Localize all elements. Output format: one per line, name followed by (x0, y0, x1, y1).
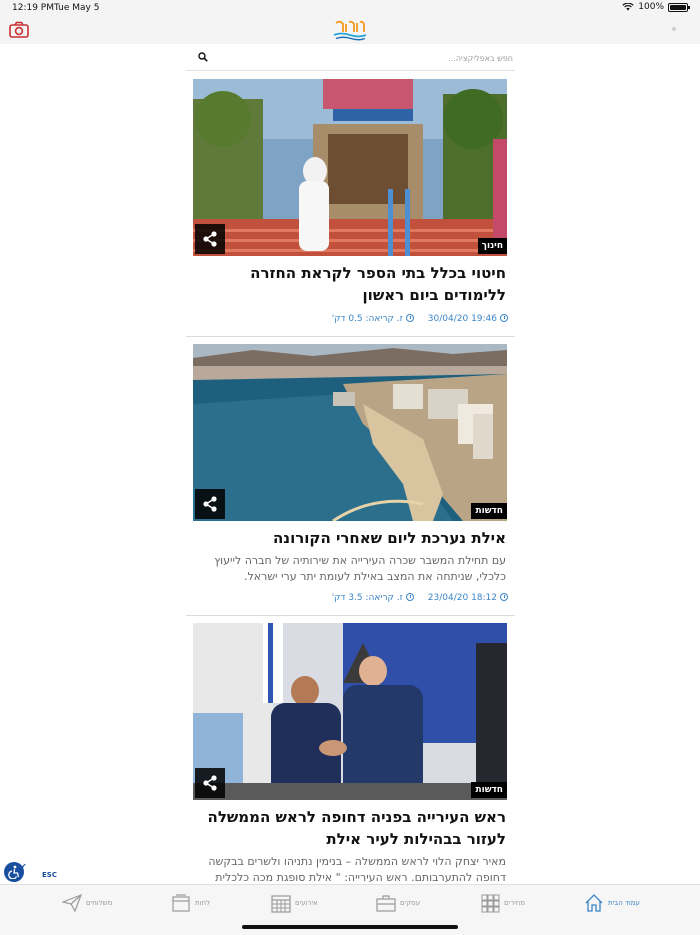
tab-label: עמוד הבית (608, 899, 640, 907)
paper-plane-icon (62, 893, 82, 913)
tab-business[interactable]: עסקים (376, 893, 420, 913)
article-read-time: ז. קריאה: 0.5 דק' (332, 314, 414, 324)
home-icon (585, 894, 603, 912)
article-title[interactable]: ראש העירייה בפניה דחופה לראש הממשלה לעזו… (193, 806, 506, 850)
share-icon (203, 496, 217, 512)
camera-icon[interactable] (9, 21, 29, 39)
tab-label: אירועים (295, 899, 318, 907)
datetime-text: 19:46 30/04/20 (427, 314, 497, 324)
article-excerpt: מאיר יצחק הלוי לראש הממשלה – בנימין נתני… (208, 855, 506, 884)
share-icon (203, 775, 217, 791)
accessibility-icon (8, 865, 20, 879)
article-feed: חינוך חיטוי בכלל בתי הספר לקראת החזרה לל… (186, 72, 515, 884)
clock-icon (405, 593, 414, 601)
share-button[interactable] (195, 768, 225, 798)
board-icon (172, 894, 190, 912)
status-time: 12:19 PM (12, 3, 54, 13)
clock-icon (500, 593, 508, 601)
share-icon (203, 231, 217, 247)
status-date: Tue May 5 (54, 3, 100, 13)
article-title[interactable]: חיטוי בכלל בתי הספר לקראת החזרה ללימודים… (193, 262, 506, 306)
article-read-time: ז. קריאה: 3.5 דק' (332, 593, 414, 603)
article-meta: 19:46 30/04/20 ז. קריאה: 0.5 דק' (193, 314, 508, 328)
article-card[interactable]: חינוך חיטוי בכלל בתי הספר לקראת החזרה לל… (186, 72, 515, 337)
tab-tenders[interactable]: לחות (171, 893, 210, 913)
tab-label: עסקים (400, 899, 421, 907)
article-title[interactable]: אילת נערכת ליום שאחרי הקורונה (193, 527, 506, 549)
status-indicators: 100% (622, 2, 690, 12)
article-card[interactable]: חדשות ראש העירייה בפניה דחופה לראש הממשל… (186, 616, 515, 884)
read-time-text: ז. קריאה: 3.5 דק' (331, 593, 403, 603)
article-meta: 18:12 23/04/20 ז. קריאה: 3.5 דק' (193, 593, 508, 607)
share-button[interactable] (195, 224, 225, 254)
briefcase-icon (376, 895, 396, 912)
app-header (0, 16, 700, 44)
battery-icon (668, 2, 690, 12)
tab-label: משלוחים (86, 899, 113, 907)
app-logo (333, 20, 367, 41)
article-datetime: 18:12 23/04/20 (428, 593, 508, 603)
article-datetime: 19:46 30/04/20 (428, 314, 508, 324)
esc-label[interactable]: ESC (42, 871, 57, 879)
home-indicator (242, 925, 458, 929)
category-badge[interactable]: חדשות (471, 782, 507, 798)
search-icon[interactable] (198, 52, 208, 62)
eilat-coast-photo (193, 344, 507, 521)
tab-label: מחירים (504, 899, 526, 907)
article-image[interactable]: חדשות (193, 623, 507, 800)
school-disinfection-photo (193, 79, 507, 256)
category-badge[interactable]: חדשות (471, 503, 507, 519)
article-card[interactable]: חדשות אילת נערכת ליום שאחרי הקורונה עם ת… (186, 337, 515, 616)
search-bar (186, 46, 515, 71)
battery-percent: 100% (638, 2, 664, 12)
status-bar: 12:19 PM Tue May 5 100% (0, 0, 700, 16)
share-button[interactable] (195, 489, 225, 519)
read-time-text: ז. קריאה: 0.5 דק' (331, 314, 403, 324)
search-input[interactable] (210, 49, 513, 67)
tab-home[interactable]: עמוד הבית (584, 893, 640, 913)
tab-events[interactable]: אירועים (271, 893, 318, 913)
clock-icon (405, 314, 414, 322)
calendar-icon (271, 895, 291, 913)
article-excerpt: עם תחילת המשבר שכרה העירייה את שירותיה ש… (214, 554, 506, 583)
clock-icon (500, 314, 508, 322)
datetime-text: 18:12 23/04/20 (427, 593, 497, 603)
article-image[interactable]: חינוך (193, 79, 507, 256)
tab-label: לחות (195, 899, 211, 907)
accessibility-check-icon: ✔ (20, 862, 27, 871)
tab-messages[interactable]: משלוחים (62, 893, 112, 913)
tab-coupons[interactable]: מחירים (480, 893, 525, 913)
category-badge[interactable]: חינוך (477, 238, 507, 254)
article-image[interactable]: חדשות (193, 344, 507, 521)
wifi-icon (622, 3, 634, 11)
grid-icon (481, 894, 500, 913)
handshake-photo (193, 623, 507, 800)
more-dot-icon[interactable] (672, 27, 676, 31)
